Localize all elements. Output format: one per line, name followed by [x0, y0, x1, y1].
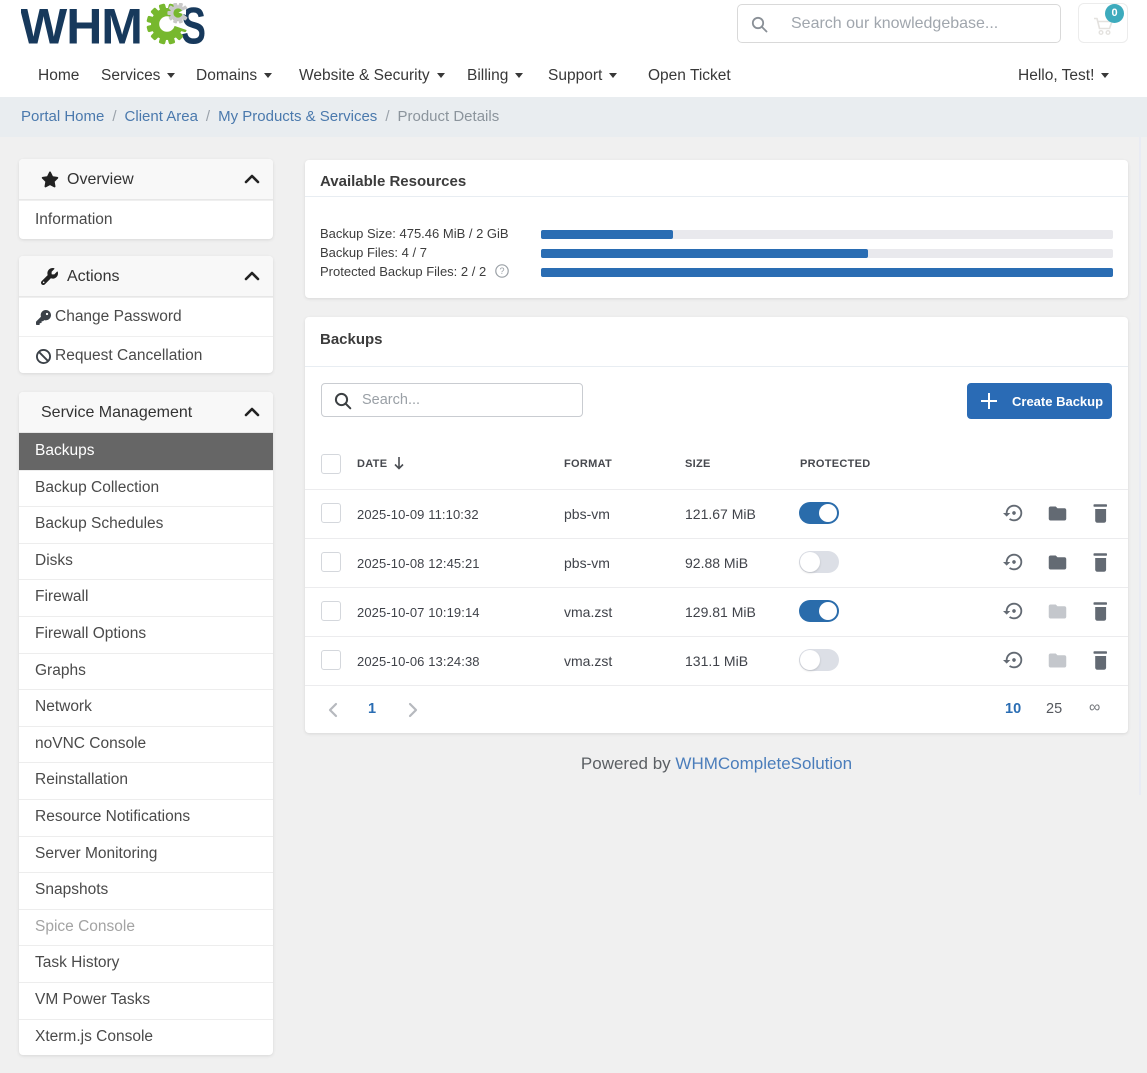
svg-text:WHM: WHM: [21, 3, 142, 47]
svg-text:?: ?: [499, 266, 504, 276]
